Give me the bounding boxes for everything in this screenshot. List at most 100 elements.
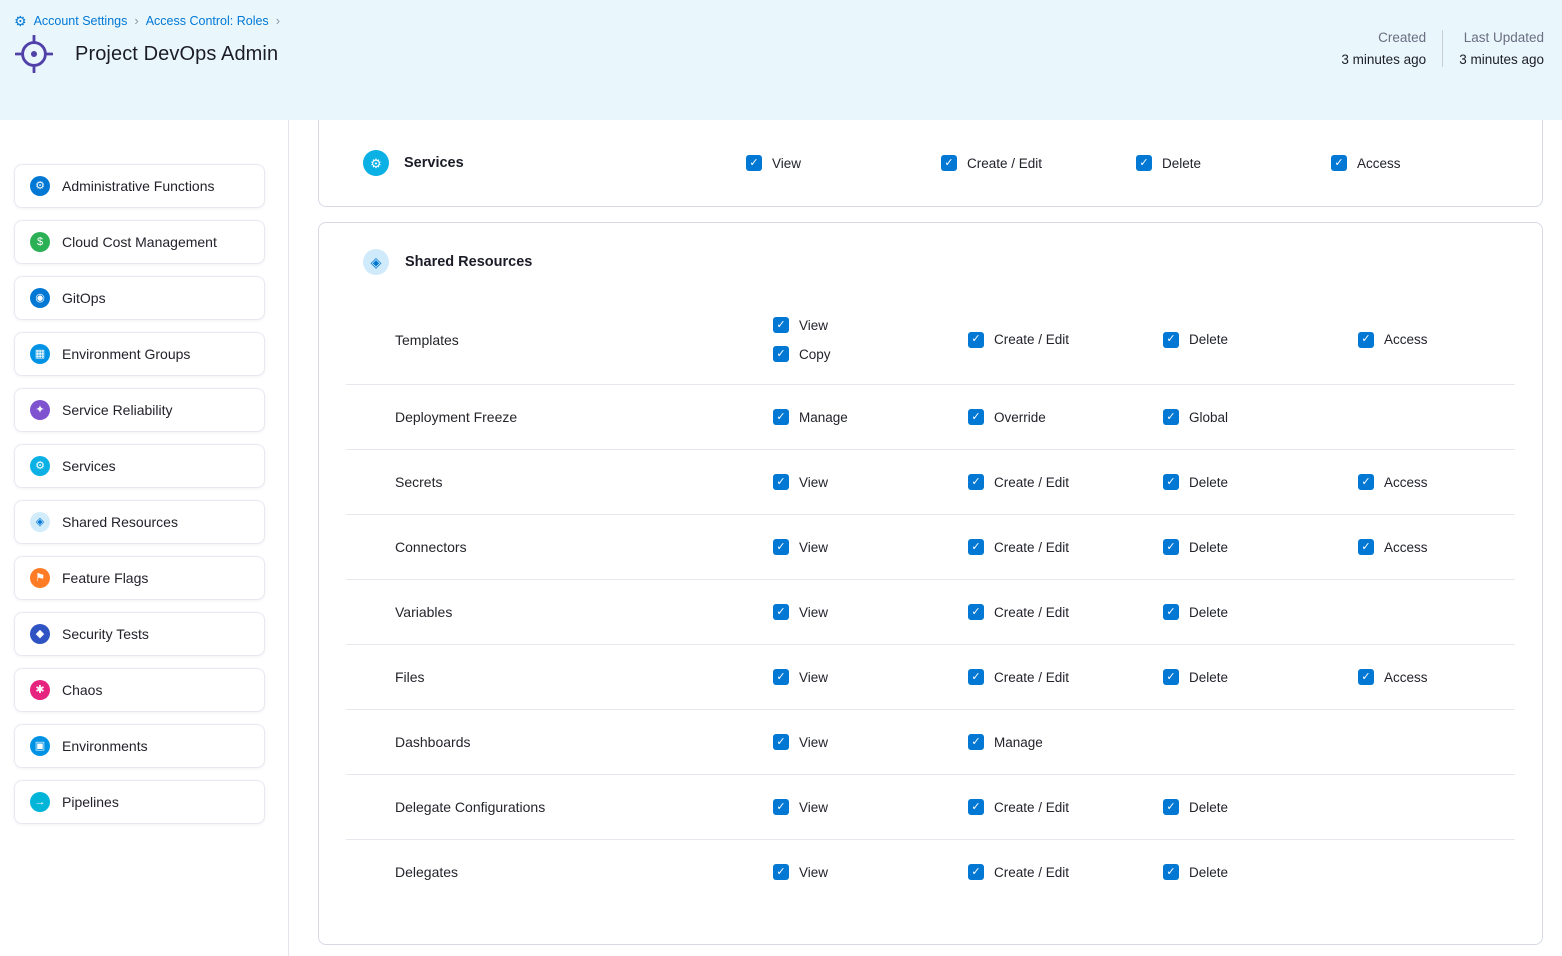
checkbox-checked-icon[interactable] bbox=[773, 864, 789, 880]
checkbox-checked-icon[interactable] bbox=[1163, 669, 1179, 685]
permission-global[interactable]: Global bbox=[1163, 409, 1228, 425]
checkbox-checked-icon[interactable] bbox=[968, 332, 984, 348]
sidebar-item-label: Feature Flags bbox=[62, 570, 148, 586]
sidebar-item-security-tests[interactable]: ◆ Security Tests bbox=[14, 612, 265, 656]
sidebar-item-service-reliability[interactable]: ✦ Service Reliability bbox=[14, 388, 265, 432]
permission-cell-empty bbox=[1358, 728, 1488, 756]
checkbox-checked-icon[interactable] bbox=[968, 799, 984, 815]
sidebar-item-shared-resources[interactable]: ◈ Shared Resources bbox=[14, 500, 265, 544]
checkbox-checked-icon[interactable] bbox=[1163, 474, 1179, 490]
permission-label: Delete bbox=[1189, 800, 1228, 815]
checkbox-checked-icon[interactable] bbox=[773, 734, 789, 750]
checkbox-checked-icon[interactable] bbox=[773, 799, 789, 815]
resource-label: Dashboards bbox=[373, 734, 773, 750]
checkbox-checked-icon[interactable] bbox=[968, 474, 984, 490]
checkbox-checked-icon[interactable] bbox=[968, 539, 984, 555]
checkbox-checked-icon[interactable] bbox=[1136, 155, 1152, 171]
permission-delete[interactable]: Delete bbox=[1163, 474, 1228, 490]
service-reliability-icon: ✦ bbox=[30, 400, 50, 420]
checkbox-checked-icon[interactable] bbox=[1358, 539, 1374, 555]
permission-create-edit[interactable]: Create / Edit bbox=[968, 474, 1069, 490]
permission-label: Manage bbox=[799, 410, 848, 425]
checkbox-checked-icon[interactable] bbox=[773, 346, 789, 362]
checkbox-checked-icon[interactable] bbox=[773, 409, 789, 425]
sidebar-item-services[interactable]: ⚙ Services bbox=[14, 444, 265, 488]
permission-create-edit[interactable]: Create / Edit bbox=[968, 864, 1069, 880]
checkbox-checked-icon[interactable] bbox=[968, 734, 984, 750]
sidebar-item-feature-flags[interactable]: ⚑ Feature Flags bbox=[14, 556, 265, 600]
checkbox-checked-icon[interactable] bbox=[773, 317, 789, 333]
checkbox-checked-icon[interactable] bbox=[1163, 864, 1179, 880]
checkbox-checked-icon[interactable] bbox=[968, 409, 984, 425]
checkbox-checked-icon[interactable] bbox=[1358, 669, 1374, 685]
settings-gear-icon: ⚙ bbox=[14, 14, 27, 28]
permission-override[interactable]: Override bbox=[968, 409, 1046, 425]
sidebar-item-environments[interactable]: ▣ Environments bbox=[14, 724, 265, 768]
permission-delete[interactable]: Delete bbox=[1163, 864, 1228, 880]
permission-view[interactable]: View bbox=[773, 539, 828, 555]
permission-label: View bbox=[799, 865, 828, 880]
checkbox-checked-icon[interactable] bbox=[1163, 539, 1179, 555]
checkbox-checked-icon[interactable] bbox=[773, 604, 789, 620]
checkbox-checked-icon[interactable] bbox=[968, 669, 984, 685]
sidebar-item-environment-groups[interactable]: ▦ Environment Groups bbox=[14, 332, 265, 376]
permission-create-edit[interactable]: Create / Edit bbox=[941, 155, 1042, 171]
sidebar-item-chaos[interactable]: ✱ Chaos bbox=[14, 668, 265, 712]
sidebar-item-pipelines[interactable]: → Pipelines bbox=[14, 780, 265, 824]
checkbox-checked-icon[interactable] bbox=[1163, 799, 1179, 815]
sidebar-item-label: Chaos bbox=[62, 682, 102, 698]
sidebar-item-cloud-cost-management[interactable]: $ Cloud Cost Management bbox=[14, 220, 265, 264]
permission-view[interactable]: View bbox=[773, 474, 828, 490]
permission-access[interactable]: Access bbox=[1358, 669, 1428, 685]
permission-create-edit[interactable]: Create / Edit bbox=[968, 604, 1069, 620]
permission-delete[interactable]: Delete bbox=[1136, 155, 1201, 171]
permission-view[interactable]: View bbox=[773, 864, 828, 880]
breadcrumb-access-control-roles[interactable]: Access Control: Roles bbox=[146, 14, 269, 28]
sidebar-item-gitops[interactable]: ◉ GitOps bbox=[14, 276, 265, 320]
permission-delete[interactable]: Delete bbox=[1163, 332, 1228, 348]
checkbox-checked-icon[interactable] bbox=[773, 474, 789, 490]
checkbox-checked-icon[interactable] bbox=[1163, 604, 1179, 620]
permission-label: Delete bbox=[1189, 475, 1228, 490]
permission-delete[interactable]: Delete bbox=[1163, 539, 1228, 555]
permission-create-edit[interactable]: Create / Edit bbox=[968, 332, 1069, 348]
permission-manage[interactable]: Manage bbox=[968, 734, 1043, 750]
permission-view[interactable]: View bbox=[773, 604, 828, 620]
permission-access[interactable]: Access bbox=[1358, 474, 1428, 490]
checkbox-checked-icon[interactable] bbox=[1163, 409, 1179, 425]
checkbox-checked-icon[interactable] bbox=[1331, 155, 1347, 171]
permission-access[interactable]: Access bbox=[1331, 155, 1401, 171]
permission-create-edit[interactable]: Create / Edit bbox=[968, 539, 1069, 555]
page-body: ⚙ Administrative Functions $ Cloud Cost … bbox=[0, 120, 1562, 956]
checkbox-checked-icon[interactable] bbox=[773, 539, 789, 555]
permission-access[interactable]: Access bbox=[1358, 332, 1428, 348]
checkbox-checked-icon[interactable] bbox=[746, 155, 762, 171]
checkbox-checked-icon[interactable] bbox=[968, 604, 984, 620]
checkbox-checked-icon[interactable] bbox=[1358, 332, 1374, 348]
permission-view[interactable]: View bbox=[746, 155, 801, 171]
checkbox-checked-icon[interactable] bbox=[1358, 474, 1374, 490]
resource-label: Deployment Freeze bbox=[373, 409, 773, 425]
permission-copy[interactable]: Copy bbox=[773, 346, 831, 362]
permission-label: Manage bbox=[994, 735, 1043, 750]
permission-label: Delete bbox=[1162, 156, 1201, 171]
permission-view[interactable]: View bbox=[773, 317, 828, 333]
permission-access[interactable]: Access bbox=[1358, 539, 1428, 555]
checkbox-checked-icon[interactable] bbox=[968, 864, 984, 880]
checkbox-checked-icon[interactable] bbox=[1163, 332, 1179, 348]
permission-view[interactable]: View bbox=[773, 799, 828, 815]
permission-cell: Delete bbox=[1163, 590, 1358, 634]
checkbox-checked-icon[interactable] bbox=[773, 669, 789, 685]
checkbox-checked-icon[interactable] bbox=[941, 155, 957, 171]
permission-view[interactable]: View bbox=[773, 669, 828, 685]
permission-view[interactable]: View bbox=[773, 734, 828, 750]
permission-manage[interactable]: Manage bbox=[773, 409, 848, 425]
permission-delete[interactable]: Delete bbox=[1163, 799, 1228, 815]
permission-delete[interactable]: Delete bbox=[1163, 669, 1228, 685]
sidebar-item-administrative-functions[interactable]: ⚙ Administrative Functions bbox=[14, 164, 265, 208]
permission-delete[interactable]: Delete bbox=[1163, 604, 1228, 620]
permission-create-edit[interactable]: Create / Edit bbox=[968, 669, 1069, 685]
permission-create-edit[interactable]: Create / Edit bbox=[968, 799, 1069, 815]
breadcrumb-account-settings[interactable]: Account Settings bbox=[34, 14, 128, 28]
created-info: Created 3 minutes ago bbox=[1341, 30, 1442, 67]
